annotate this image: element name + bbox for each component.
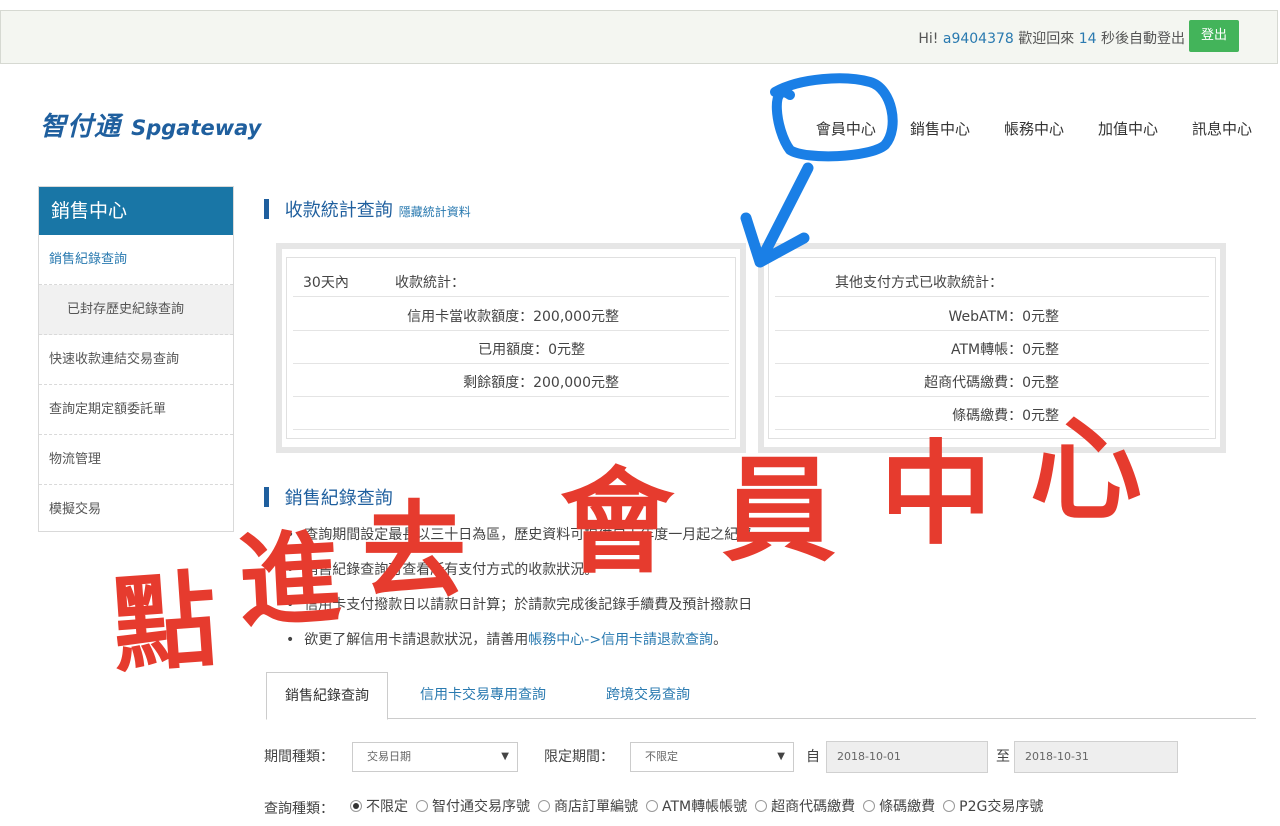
annotation-arrow: [740, 162, 814, 268]
annotation-char: 員: [722, 444, 837, 577]
annotation-char: 心: [1030, 406, 1142, 536]
annotation-circle: [770, 73, 898, 162]
annotation-char: 去: [362, 490, 467, 612]
annotation-char: 點: [108, 558, 221, 688]
annotation-char: 會: [560, 456, 675, 589]
annotation-char: 進: [235, 518, 344, 643]
annotation-char: 中: [880, 430, 992, 560]
